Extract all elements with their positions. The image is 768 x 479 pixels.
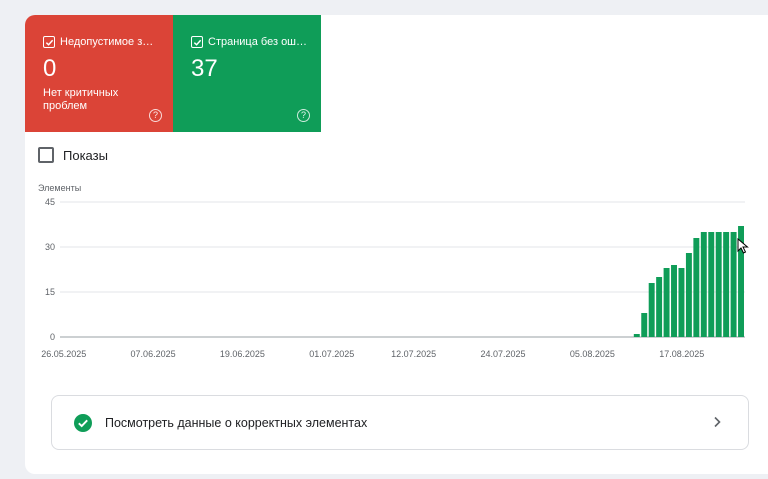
chart-bar [693,238,700,337]
y-tick-label: 0 [50,332,55,342]
x-tick-label: 05.08.2025 [570,349,615,359]
invalid-tile-subtitle: Нет критичных проблем [43,87,119,112]
x-tick-label: 17.08.2025 [659,349,704,359]
invalid-tile-header: Недопустимое з… [43,36,165,48]
bar-chart: Элементы 0 15 30 45 26.05.2025 07.06.2025 19.06… [38,183,745,359]
chart-bar [700,232,707,337]
chart-bar [708,232,715,337]
x-tick-label: 24.07.2025 [480,349,525,359]
impressions-label: Показы [63,147,108,163]
chart-bar [678,268,685,337]
chart-bar [685,253,692,337]
chart-bar [648,283,655,337]
help-icon[interactable]: ? [149,109,162,122]
mouse-cursor-icon [737,238,749,254]
checkbox-unchecked-icon[interactable] [38,147,54,163]
y-tick-label: 30 [45,242,55,252]
x-tick-label: 01.07.2025 [309,349,354,359]
valid-tile-value: 37 [191,55,218,82]
impressions-toggle[interactable]: Показы [38,147,108,163]
check-circle-icon [74,414,92,432]
x-tick-label: 07.06.2025 [131,349,176,359]
y-tick-label: 45 [45,197,55,207]
chevron-right-icon [714,416,721,428]
chart-bar [633,334,640,337]
valid-tile-title: Страница без ош… [208,36,308,48]
valid-tile-header: Страница без ош… [191,36,313,48]
chart-bar [656,277,663,337]
invalid-tile[interactable]: Недопустимое з… 0 Нет критичных проблем … [25,15,173,132]
valid-tile[interactable]: Страница без ош… 37 ? [173,15,321,132]
x-tick-label: 12.07.2025 [391,349,436,359]
chart-bar [715,232,722,337]
view-valid-items-label: Посмотреть данные о корректных элементах [105,416,368,430]
coverage-card: Недопустимое з… 0 Нет критичных проблем … [25,15,768,474]
x-tick-label: 19.06.2025 [220,349,265,359]
invalid-tile-value: 0 [43,55,57,82]
chart-bar [730,232,737,337]
y-axis-label: Элементы [38,183,81,193]
chart-bar [723,232,730,337]
help-icon[interactable]: ? [297,109,310,122]
x-tick-label: 26.05.2025 [41,349,86,359]
checkbox-checked-icon[interactable] [191,36,203,48]
chart-bar [641,313,648,337]
checkbox-checked-icon[interactable] [43,36,55,48]
chart-bar [663,268,670,337]
invalid-tile-title: Недопустимое з… [60,36,154,48]
y-tick-label: 15 [45,287,55,297]
chart-bar [671,265,677,337]
view-valid-items-link[interactable]: Посмотреть данные о корректных элементах [51,395,749,450]
